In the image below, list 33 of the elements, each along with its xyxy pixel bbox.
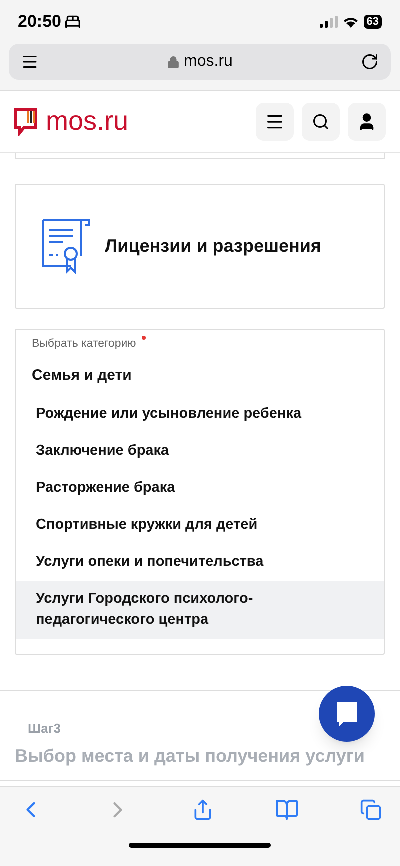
- category-option[interactable]: Услуги Городского психолого-педагогического центра: [16, 580, 384, 639]
- url-text: mos.ru: [184, 52, 233, 72]
- profile-button[interactable]: [348, 102, 386, 140]
- bookmarks-icon[interactable]: [275, 798, 299, 822]
- bed-icon: [65, 14, 82, 30]
- status-time: 20:50: [18, 11, 62, 34]
- category-group: Семья и дети: [16, 353, 384, 396]
- lock-icon: [167, 56, 180, 68]
- category-option[interactable]: Рождение или усыновление ребенка: [16, 396, 384, 433]
- signal-icon: [320, 16, 338, 28]
- tabs-icon[interactable]: [360, 799, 382, 821]
- logo-icon: [14, 108, 38, 136]
- category-option[interactable]: Спортивные кружки для детей: [16, 506, 384, 544]
- wifi-icon: [342, 16, 359, 28]
- address-bar[interactable]: mos.ru: [9, 44, 391, 80]
- category-option[interactable]: Услуги опеки и попечительства: [16, 544, 384, 581]
- battery-level: 63: [364, 15, 382, 29]
- category-option[interactable]: Расторжение брака: [16, 470, 384, 507]
- reload-icon[interactable]: [361, 53, 379, 71]
- category-option[interactable]: Заключение брака: [16, 432, 384, 470]
- search-button[interactable]: [302, 102, 340, 140]
- certificate-icon: [41, 218, 91, 276]
- license-card[interactable]: Лицензии и разрешения: [15, 184, 385, 309]
- share-icon[interactable]: [192, 799, 214, 821]
- field-label: Выбрать категорию: [32, 337, 136, 352]
- site-logo-text[interactable]: mos.ru: [46, 108, 129, 135]
- step-title: Выбор места и даты получения услуги: [15, 745, 365, 768]
- step-label: Шаг3: [27, 720, 62, 738]
- menu-button[interactable]: [256, 102, 294, 140]
- search-icon: [312, 112, 330, 130]
- chat-icon: [335, 700, 359, 728]
- reader-icon[interactable]: [21, 53, 39, 71]
- card-title: Лицензии и разрешения: [105, 235, 322, 258]
